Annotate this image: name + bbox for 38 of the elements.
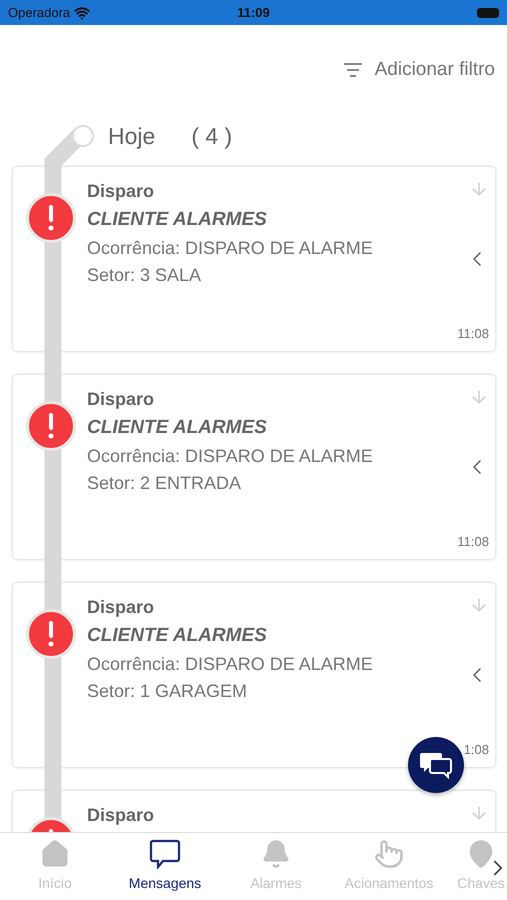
- occurrence-text: Ocorrência: DISPARO DE ALARME: [87, 237, 374, 260]
- battery-icon: [477, 8, 499, 18]
- message-card[interactable]: Disparo CLIENTE ALARMES Ocorrência: DISPARO DE ALARME Setor: 1 GARAGEM 1:08: [13, 583, 495, 767]
- sector-text: Setor: 3 SALA: [87, 264, 202, 287]
- hand-pointer-icon: [374, 839, 404, 869]
- timeline-node-icon: [72, 125, 94, 147]
- wifi-icon: [74, 4, 90, 20]
- message-card[interactable]: Disparo CLIENTE ALARMES Ocorrência: DISPARO DE ALARME Setor: 2 ENTRADA 11:08: [13, 375, 495, 559]
- occurrence-text: Ocorrência: DISPARO DE ALARME: [87, 445, 374, 468]
- message-time: 1:08: [464, 742, 489, 757]
- group-count: ( 4 ): [191, 122, 232, 150]
- occurrence-text: Ocorrência: DISPARO DE ALARME: [87, 653, 374, 676]
- message-time: 11:08: [457, 326, 489, 341]
- sector-text: Setor: 2 ENTRADA: [87, 472, 242, 495]
- alert-icon: [26, 193, 76, 243]
- add-filter-button[interactable]: Adicionar filtro: [342, 59, 495, 81]
- carrier-name: Operadora: [8, 5, 70, 20]
- filter-icon: [342, 63, 363, 77]
- chat-icon: [149, 839, 181, 869]
- client-name: CLIENTE ALARMES: [87, 416, 268, 440]
- bell-icon: [261, 839, 291, 869]
- message-title: Disparo: [87, 596, 156, 619]
- message-title: Disparo: [87, 804, 156, 827]
- alert-icon: [26, 401, 76, 451]
- chat-bubbles-icon: [419, 751, 453, 779]
- status-time: 11:09: [236, 5, 271, 20]
- message-title: Disparo: [87, 388, 156, 411]
- home-icon: [40, 839, 70, 869]
- message-card[interactable]: Disparo CLIENTE ALARMES Ocorrência: DISPARO DE ALARME Setor: 3 SALA 11:08: [13, 167, 495, 351]
- tab-item[interactable]: Mensagens: [110, 833, 220, 900]
- message-time: 11:08: [457, 534, 489, 549]
- message-card[interactable]: Disparo: [13, 791, 495, 832]
- group-label: Hoje: [108, 122, 156, 150]
- client-name: CLIENTE ALARMES: [87, 208, 268, 232]
- message-title: Disparo: [87, 180, 156, 203]
- sector-text: Setor: 1 GARAGEM: [87, 680, 248, 703]
- client-name: CLIENTE ALARMES: [87, 624, 268, 648]
- alert-icon: [26, 609, 76, 659]
